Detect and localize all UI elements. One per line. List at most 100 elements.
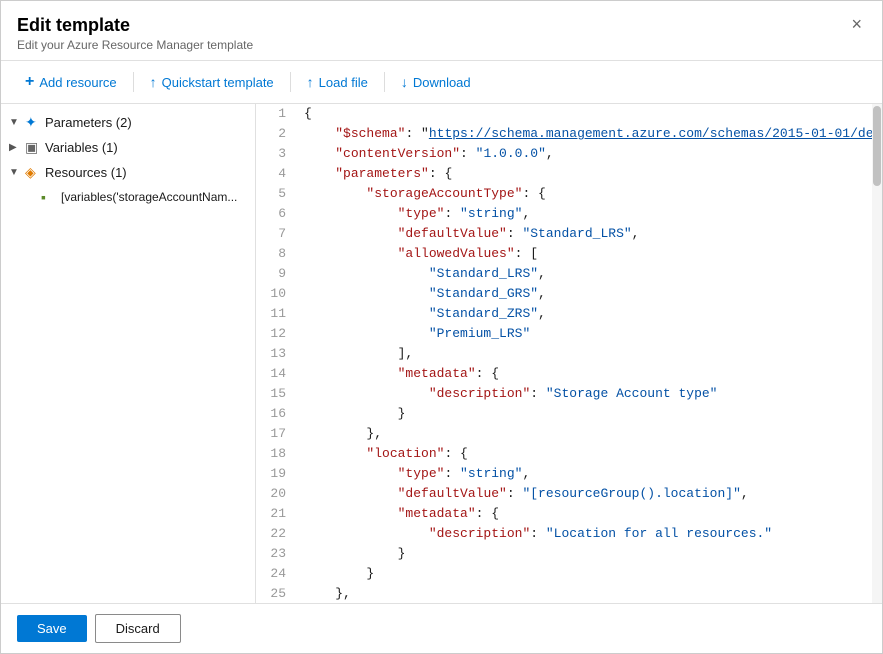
line-content: "defaultValue": "Standard_LRS", xyxy=(296,224,882,244)
quickstart-label: Quickstart template xyxy=(162,75,274,90)
editor-area: 1{2 "$schema": "https://schema.managemen… xyxy=(256,104,882,603)
table-row: 15 "description": "Storage Account type" xyxy=(256,384,882,404)
close-button[interactable]: × xyxy=(847,15,866,33)
table-row: 1{ xyxy=(256,104,882,124)
table-row: 20 "defaultValue": "[resourceGroup().loc… xyxy=(256,484,882,504)
dialog-subtitle: Edit your Azure Resource Manager templat… xyxy=(17,38,253,52)
table-row: 14 "metadata": { xyxy=(256,364,882,384)
line-content: }, xyxy=(296,424,882,444)
line-content: }, xyxy=(296,584,882,603)
resources-label: Resources (1) xyxy=(45,165,127,180)
line-content: "location": { xyxy=(296,444,882,464)
separator-3 xyxy=(384,72,385,92)
dialog-title: Edit template xyxy=(17,15,253,36)
line-content: "$schema": "https://schema.management.az… xyxy=(296,124,882,144)
line-content: "type": "string", xyxy=(296,464,882,484)
table-row: 8 "allowedValues": [ xyxy=(256,244,882,264)
download-button[interactable]: ↓ Download xyxy=(393,70,479,94)
line-number: 25 xyxy=(256,584,296,603)
line-content: } xyxy=(296,544,882,564)
save-button[interactable]: Save xyxy=(17,615,87,642)
line-number: 3 xyxy=(256,144,296,164)
quickstart-template-button[interactable]: ↑ Quickstart template xyxy=(142,70,282,94)
line-content: "metadata": { xyxy=(296,364,882,384)
line-content: "parameters": { xyxy=(296,164,882,184)
line-content: "Standard_LRS", xyxy=(296,264,882,284)
upload-icon: ↑ xyxy=(150,74,157,90)
table-row: 25 }, xyxy=(256,584,882,603)
line-content: "defaultValue": "[resourceGroup().locati… xyxy=(296,484,882,504)
table-row: 13 ], xyxy=(256,344,882,364)
load-file-button[interactable]: ↑ Load file xyxy=(299,70,376,94)
table-row: 21 "metadata": { xyxy=(256,504,882,524)
scrollbar-track[interactable] xyxy=(872,104,882,603)
line-number: 22 xyxy=(256,524,296,544)
download-label: Download xyxy=(413,75,471,90)
title-group: Edit template Edit your Azure Resource M… xyxy=(17,15,253,52)
separator-1 xyxy=(133,72,134,92)
load-icon: ↑ xyxy=(307,74,314,90)
line-number: 10 xyxy=(256,284,296,304)
params-label: Parameters (2) xyxy=(45,115,132,130)
table-row: 3 "contentVersion": "1.0.0.0", xyxy=(256,144,882,164)
table-row: 16 } xyxy=(256,404,882,424)
line-number: 15 xyxy=(256,384,296,404)
line-number: 21 xyxy=(256,504,296,524)
table-row: 17 }, xyxy=(256,424,882,444)
line-number: 14 xyxy=(256,364,296,384)
line-content: "Standard_ZRS", xyxy=(296,304,882,324)
resource-storage-label: [variables('storageAccountNam... xyxy=(61,190,237,204)
params-icon: ✦ xyxy=(25,114,45,131)
edit-template-dialog: Edit template Edit your Azure Resource M… xyxy=(0,0,883,654)
line-content: } xyxy=(296,564,882,584)
line-number: 8 xyxy=(256,244,296,264)
plus-icon: + xyxy=(25,73,34,91)
line-number: 23 xyxy=(256,544,296,564)
line-content: "type": "string", xyxy=(296,204,882,224)
line-number: 18 xyxy=(256,444,296,464)
vars-label: Variables (1) xyxy=(45,140,118,155)
sidebar-item-parameters[interactable]: ▼ ✦ Parameters (2) xyxy=(1,110,255,135)
line-number: 19 xyxy=(256,464,296,484)
toggle-parameters[interactable]: ▼ xyxy=(9,117,25,128)
resources-icon: ◈ xyxy=(25,164,45,181)
line-content: "Premium_LRS" xyxy=(296,324,882,344)
sidebar-item-variables[interactable]: ▶ ▣ Variables (1) xyxy=(1,135,255,160)
discard-button[interactable]: Discard xyxy=(95,614,181,643)
load-file-label: Load file xyxy=(319,75,368,90)
line-content: "description": "Storage Account type" xyxy=(296,384,882,404)
line-number: 2 xyxy=(256,124,296,144)
table-row: 12 "Premium_LRS" xyxy=(256,324,882,344)
table-row: 18 "location": { xyxy=(256,444,882,464)
table-row: 11 "Standard_ZRS", xyxy=(256,304,882,324)
sidebar-item-resources[interactable]: ▼ ◈ Resources (1) xyxy=(1,160,255,185)
line-content: "storageAccountType": { xyxy=(296,184,882,204)
add-resource-label: Add resource xyxy=(39,75,116,90)
code-editor[interactable]: 1{2 "$schema": "https://schema.managemen… xyxy=(256,104,882,603)
download-icon: ↓ xyxy=(401,74,408,90)
line-number: 12 xyxy=(256,324,296,344)
table-row: 23 } xyxy=(256,544,882,564)
line-content: "contentVersion": "1.0.0.0", xyxy=(296,144,882,164)
sidebar-item-resource-storage[interactable]: ▪ [variables('storageAccountNam... xyxy=(1,185,255,209)
add-resource-button[interactable]: + Add resource xyxy=(17,69,125,95)
toggle-resources[interactable]: ▼ xyxy=(9,167,25,178)
resource-item-icon: ▪ xyxy=(41,189,61,205)
line-content: "description": "Location for all resourc… xyxy=(296,524,882,544)
line-number: 4 xyxy=(256,164,296,184)
table-row: 19 "type": "string", xyxy=(256,464,882,484)
toggle-variables[interactable]: ▶ xyxy=(9,142,25,153)
toolbar: + Add resource ↑ Quickstart template ↑ L… xyxy=(1,61,882,104)
scrollbar-thumb[interactable] xyxy=(873,106,881,186)
code-table: 1{2 "$schema": "https://schema.managemen… xyxy=(256,104,882,603)
line-number: 11 xyxy=(256,304,296,324)
line-content: } xyxy=(296,404,882,424)
dialog-footer: Save Discard xyxy=(1,603,882,653)
table-row: 7 "defaultValue": "Standard_LRS", xyxy=(256,224,882,244)
table-row: 5 "storageAccountType": { xyxy=(256,184,882,204)
line-number: 7 xyxy=(256,224,296,244)
line-number: 9 xyxy=(256,264,296,284)
line-content: "Standard_GRS", xyxy=(296,284,882,304)
table-row: 22 "description": "Location for all reso… xyxy=(256,524,882,544)
line-number: 16 xyxy=(256,404,296,424)
